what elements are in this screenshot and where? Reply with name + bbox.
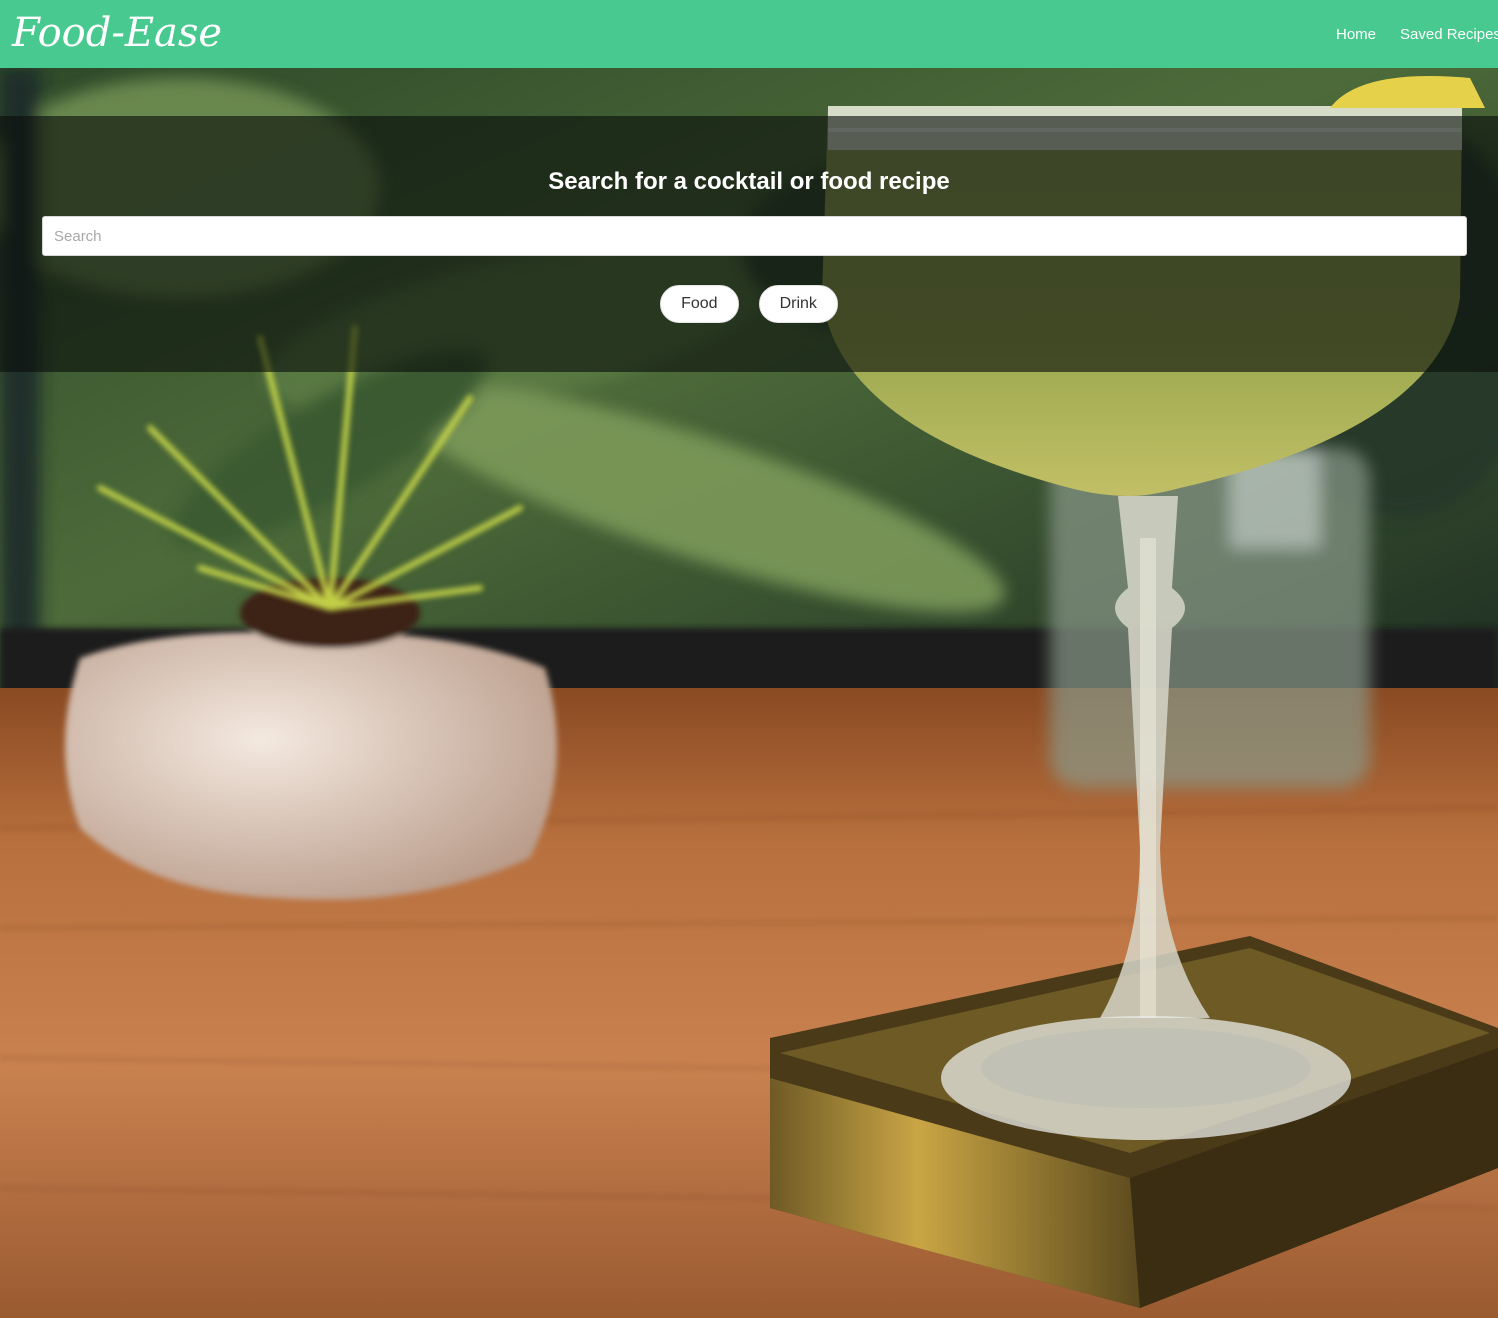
page: Food-Ease Home Saved Recipes Search for … xyxy=(0,0,1498,1318)
nav-link-saved-recipes[interactable]: Saved Recipes xyxy=(1400,26,1498,43)
nav-link-home[interactable]: Home xyxy=(1336,26,1376,43)
search-input[interactable] xyxy=(42,216,1467,256)
search-heading: Search for a cocktail or food recipe xyxy=(548,168,950,195)
search-panel: Search for a cocktail or food recipe Foo… xyxy=(0,116,1498,372)
nav-links: Home Saved Recipes xyxy=(1336,0,1498,68)
navbar: Food-Ease Home Saved Recipes xyxy=(0,0,1498,68)
category-buttons: Food Drink xyxy=(0,285,1498,323)
drink-button[interactable]: Drink xyxy=(758,285,838,323)
food-button[interactable]: Food xyxy=(660,285,739,323)
brand-logo[interactable]: Food-Ease xyxy=(12,6,222,60)
